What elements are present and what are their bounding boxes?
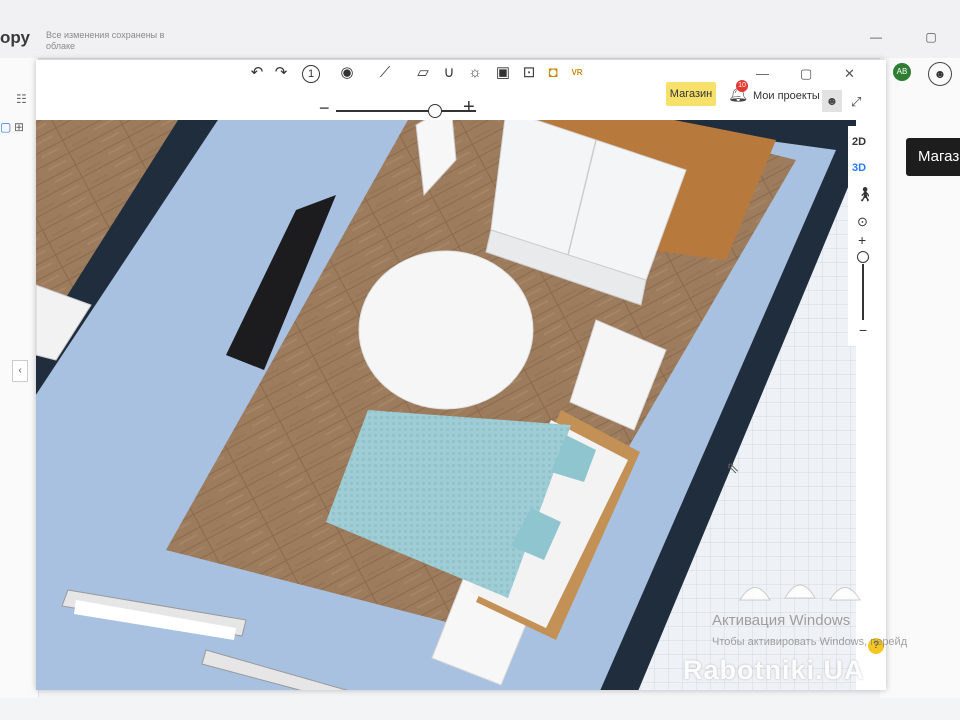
maximize-icon[interactable]: ▢ bbox=[800, 66, 812, 82]
undo-icon[interactable]: ↶ bbox=[246, 62, 268, 84]
zoom-plus-button[interactable]: + bbox=[463, 96, 475, 119]
walk-mode-icon[interactable]: 🚶︎ bbox=[856, 186, 874, 203]
view-controls: 2D 3D 🚶︎ ⊙ + − bbox=[848, 126, 886, 346]
camera-icon[interactable]: ◘ bbox=[542, 62, 564, 84]
expand-icon[interactable]: ⤢ bbox=[851, 94, 861, 110]
zoom-out-button[interactable]: − bbox=[859, 322, 867, 338]
my-projects-link[interactable]: Мои проекты bbox=[753, 90, 820, 102]
vr-icon[interactable]: VR bbox=[566, 62, 588, 84]
minimize-icon[interactable]: — bbox=[756, 66, 769, 81]
zoom-slider-track[interactable] bbox=[336, 110, 476, 112]
background-brand: ору bbox=[0, 28, 30, 47]
collapse-panel-button[interactable]: ‹ bbox=[12, 360, 28, 382]
screen: ору Все изменения сохранены в облаке — ▢… bbox=[0, 0, 960, 720]
ruler-icon[interactable]: ▱ bbox=[412, 62, 434, 84]
recenter-icon[interactable]: ⊙ bbox=[857, 214, 868, 230]
helmet-logo-icon bbox=[739, 584, 861, 601]
vertical-zoom-track[interactable] bbox=[862, 264, 864, 320]
background-shop-button[interactable]: Магаз bbox=[906, 138, 960, 176]
extension-badge[interactable]: AB bbox=[893, 63, 911, 81]
round-table bbox=[358, 250, 534, 410]
zoom-in-button[interactable]: + bbox=[858, 232, 866, 248]
light-icon[interactable]: ☼ bbox=[464, 62, 486, 84]
profile-icon[interactable]: ☻ bbox=[822, 90, 842, 112]
zoom-minus-button[interactable]: − bbox=[319, 98, 330, 119]
mode-3d-button[interactable]: 3D bbox=[852, 162, 866, 174]
room-render bbox=[36, 80, 856, 690]
close-icon[interactable]: ✕ bbox=[844, 66, 855, 82]
redo-icon[interactable]: ↷ bbox=[270, 62, 292, 84]
notification-badge: 10 bbox=[736, 80, 748, 92]
eye-icon[interactable]: ◉ bbox=[336, 62, 358, 84]
wand-icon[interactable]: ⟋ bbox=[374, 62, 396, 84]
site-logo: Rabotniki.UA bbox=[683, 655, 865, 685]
render-icon[interactable]: ⊡ bbox=[518, 62, 540, 84]
background-window-controls: — ▢ bbox=[870, 30, 957, 44]
background-topbar: ору Все изменения сохранены в облаке — ▢ bbox=[0, 0, 960, 59]
mouse-cursor: ⇖ bbox=[726, 460, 740, 477]
grid-view-icon[interactable]: ⊞ bbox=[14, 120, 24, 134]
magnet-icon[interactable]: ∪ bbox=[438, 62, 460, 84]
save-status: Все изменения сохранены в облаке bbox=[46, 30, 165, 51]
user-icon[interactable]: ☻ bbox=[928, 62, 952, 86]
list-view-icon[interactable]: ▢ bbox=[0, 120, 11, 134]
shop-button[interactable]: Магазин bbox=[666, 82, 716, 106]
mode-2d-button[interactable]: 2D bbox=[852, 136, 866, 148]
room-3d-view[interactable] bbox=[36, 80, 856, 690]
screens-icon[interactable]: ▣ bbox=[492, 62, 514, 84]
sliders-icon[interactable]: ☷ bbox=[16, 92, 27, 106]
floor-selector[interactable]: 1 bbox=[302, 65, 320, 83]
vertical-zoom-knob[interactable] bbox=[857, 251, 869, 263]
windows-activation-hint: Чтобы активировать Windows, перейд bbox=[712, 636, 908, 648]
planner-toolbar: — ▢ ✕ ↶ ↷ 1 ◉ ⟋ ▱ ∪ ☼ ▣ ⊡ ◘ VR − + Магаз… bbox=[36, 60, 886, 120]
zoom-slider-knob[interactable] bbox=[428, 104, 442, 118]
